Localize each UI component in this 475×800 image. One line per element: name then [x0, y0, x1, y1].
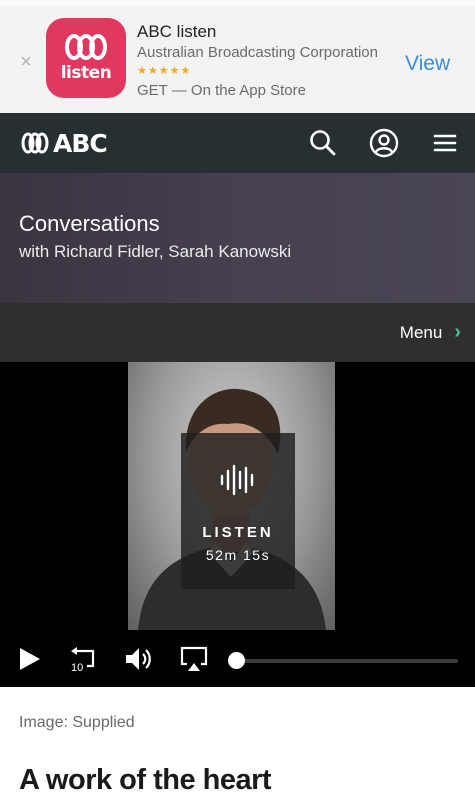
abc-logo-text: ABC	[53, 128, 108, 158]
article-headline: A work of the heart	[19, 764, 272, 796]
abc-listen-app-icon[interactable]: listen	[46, 18, 126, 98]
audio-player: LISTEN 52m 15s 10	[0, 362, 475, 687]
audio-wave-icon	[220, 464, 254, 496]
volume-icon[interactable]	[123, 644, 153, 674]
program-header: Conversations with Richard Fidler, Sarah…	[0, 173, 475, 303]
app-store-banner: × listen ABC listen Australian Broadcast…	[0, 0, 475, 113]
rewind-10-icon[interactable]: 10	[67, 644, 97, 674]
site-header: ABC	[0, 113, 475, 173]
rating-stars: ★★★★★	[137, 65, 192, 77]
chevron-right-icon: ›	[454, 321, 461, 343]
abc-lissajous-icon	[21, 132, 49, 154]
listen-label: LISTEN	[202, 524, 274, 541]
search-icon[interactable]	[307, 127, 339, 159]
player-controls: 10	[0, 644, 475, 674]
program-menu-bar: Menu ›	[0, 303, 475, 362]
rewind-seconds: 10	[71, 662, 83, 674]
abc-logo-icon	[65, 34, 107, 60]
program-menu-button[interactable]: Menu ›	[400, 321, 461, 344]
menu-icon[interactable]	[429, 127, 461, 159]
app-name: ABC listen	[137, 22, 217, 41]
airplay-icon[interactable]	[179, 644, 209, 674]
app-icon-word: listen	[60, 63, 112, 83]
program-title[interactable]: Conversations	[19, 211, 160, 237]
episode-duration: 52m 15s	[205, 547, 271, 563]
account-icon[interactable]	[368, 127, 400, 159]
program-hosts: with Richard Fidler, Sarah Kanowski	[19, 242, 292, 261]
app-publisher: Australian Broadcasting Corporation	[137, 44, 378, 61]
app-availability: GET — On the App Store	[137, 82, 306, 99]
progress-knob[interactable]	[228, 652, 245, 669]
close-banner-button[interactable]: ×	[18, 52, 34, 72]
abc-home-logo[interactable]: ABC	[20, 128, 108, 158]
progress-track[interactable]	[237, 659, 458, 663]
play-icon[interactable]	[16, 644, 46, 674]
listen-overlay-button[interactable]: LISTEN 52m 15s	[181, 433, 295, 589]
menu-label: Menu	[399, 322, 443, 342]
image-caption: Image: Supplied	[19, 714, 135, 731]
view-app-button[interactable]: View	[405, 52, 450, 76]
